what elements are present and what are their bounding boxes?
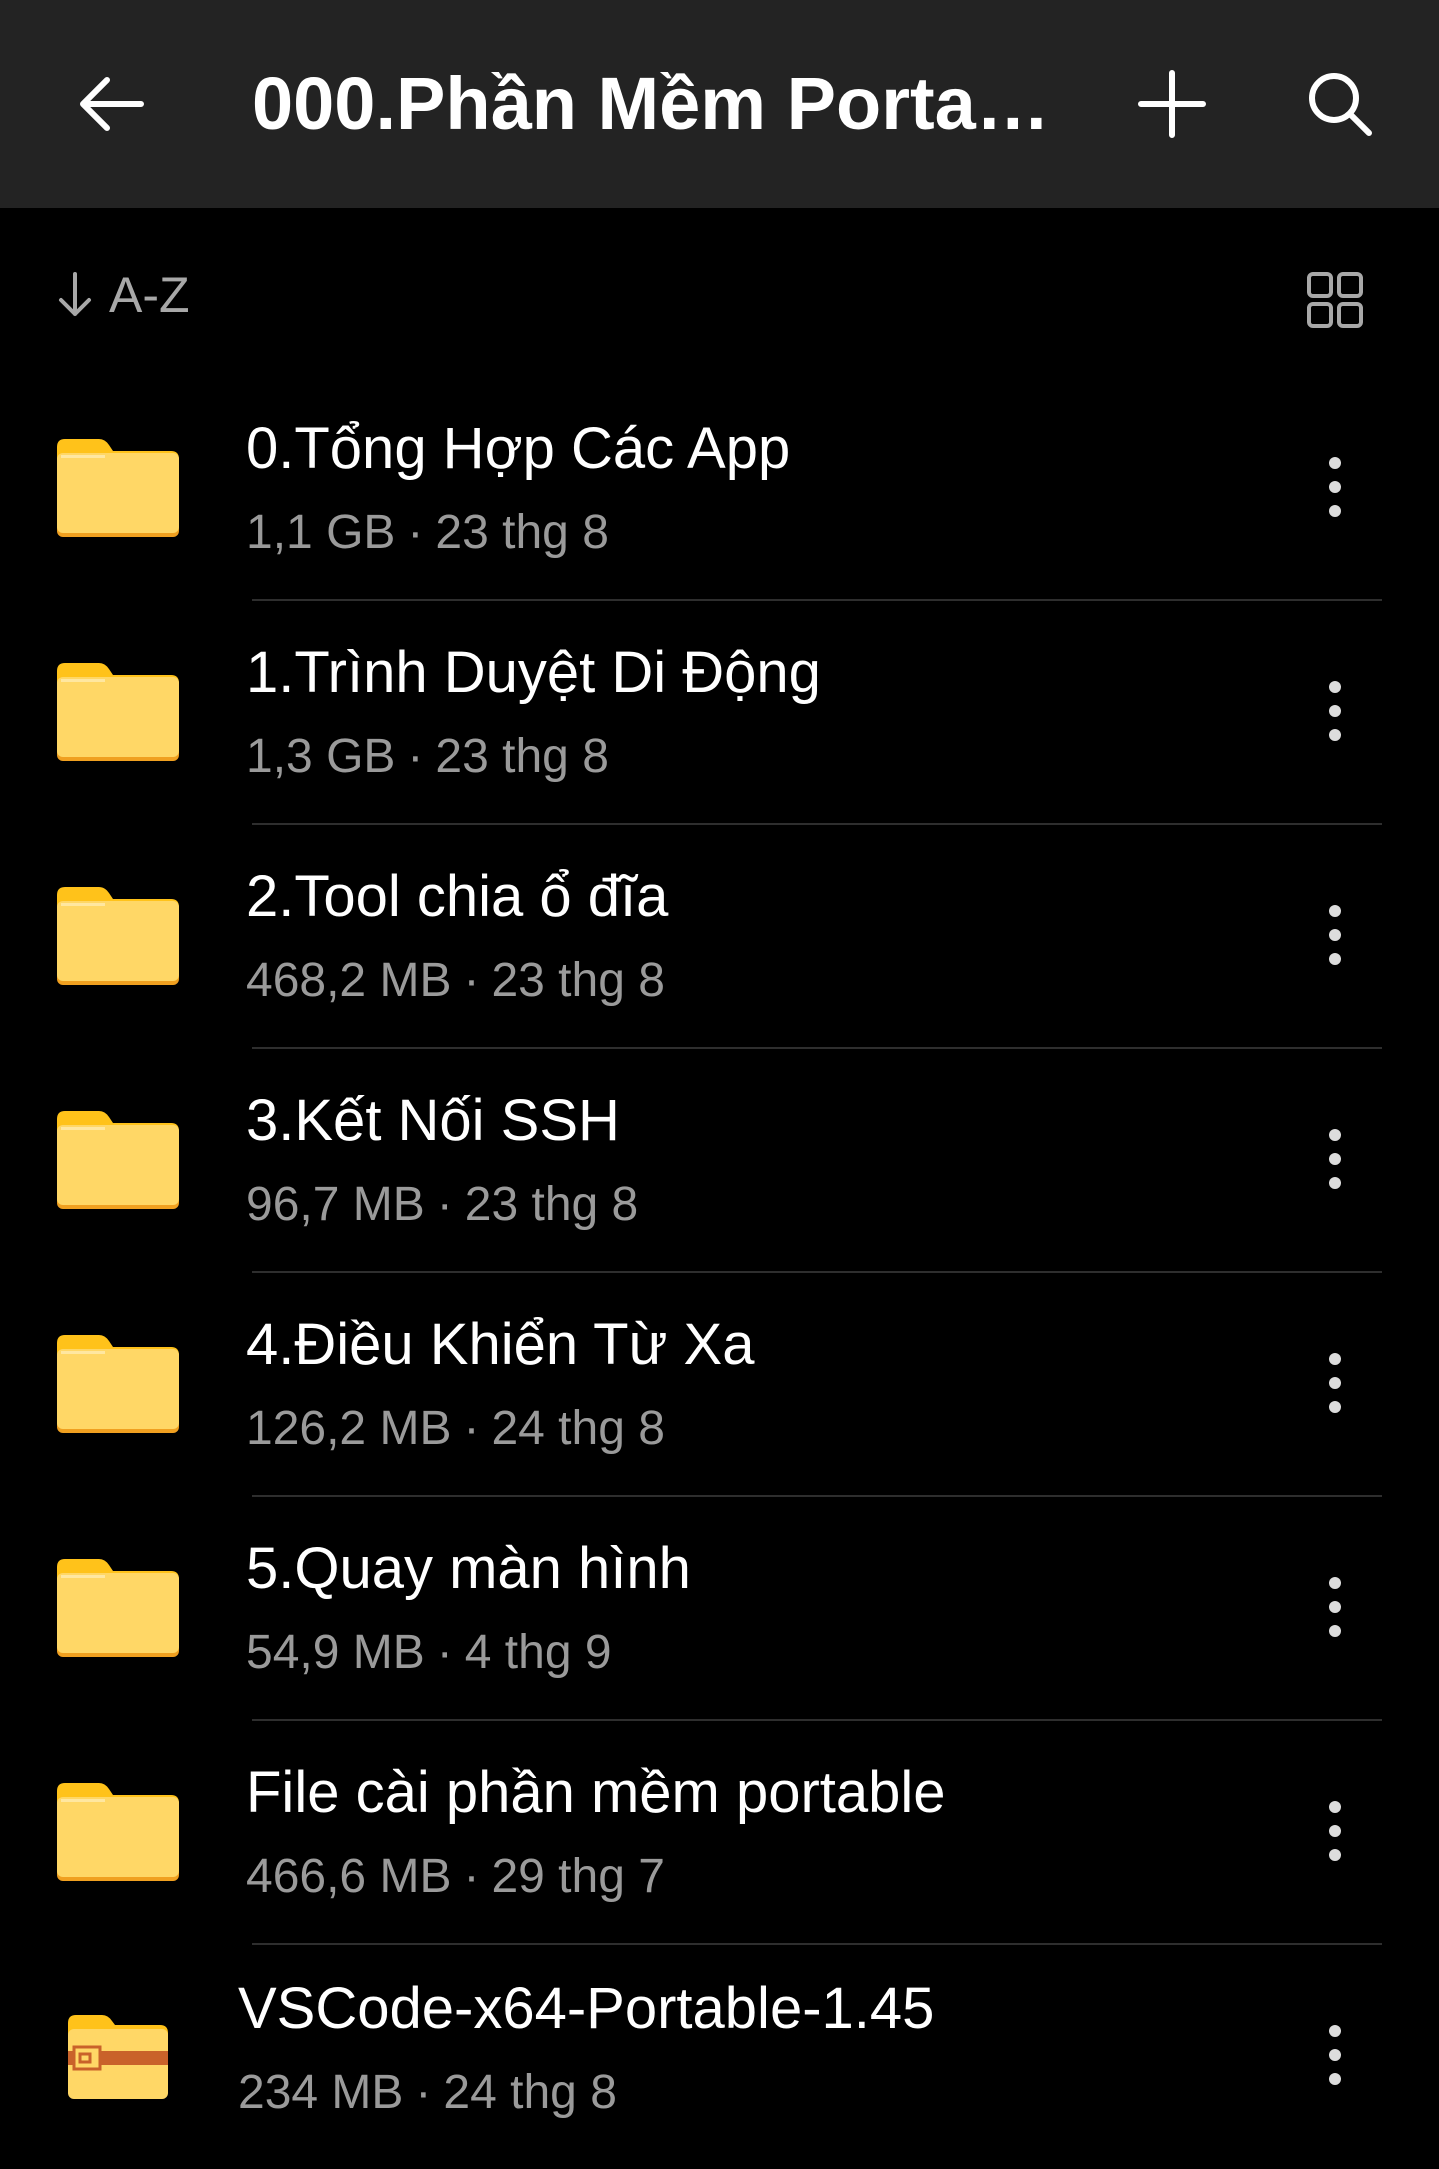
more-vert-icon bbox=[1329, 1353, 1341, 1413]
sort-button[interactable]: A-Z bbox=[55, 260, 190, 330]
search-button[interactable] bbox=[1290, 54, 1390, 154]
item-name: 5.Quay màn hình bbox=[246, 1536, 691, 1601]
item-name: 0.Tổng Hợp Các App bbox=[246, 416, 791, 481]
more-options-button[interactable] bbox=[1300, 661, 1370, 761]
item-size: 96,7 MB bbox=[246, 1178, 425, 1231]
file-list: 0.Tổng Hợp Các App 1,1 GB · 23 thg 8 1.Trìn… bbox=[0, 377, 1439, 2169]
item-meta-separator: · bbox=[415, 2066, 432, 2119]
item-size: 234 MB bbox=[238, 2066, 404, 2119]
more-vert-icon bbox=[1329, 905, 1341, 965]
item-name: 2.Tool chia ổ đĩa bbox=[246, 864, 669, 929]
item-date: 29 thg 7 bbox=[491, 1850, 665, 1903]
item-date: 4 thg 9 bbox=[464, 1626, 612, 1679]
item-size: 468,2 MB bbox=[246, 954, 452, 1007]
item-meta: 96,7 MB · 23 thg 8 bbox=[246, 1177, 638, 1232]
more-vert-icon bbox=[1329, 681, 1341, 741]
item-name: 3.Kết Nối SSH bbox=[246, 1088, 620, 1153]
item-date: 24 thg 8 bbox=[491, 1402, 665, 1455]
view-toggle-button[interactable] bbox=[1290, 255, 1380, 345]
list-item[interactable]: 2.Tool chia ổ đĩa 468,2 MB · 23 thg 8 bbox=[0, 825, 1439, 1049]
list-item[interactable]: 5.Quay màn hình 54,9 MB · 4 thg 9 bbox=[0, 1497, 1439, 1721]
item-meta: 468,2 MB · 23 thg 8 bbox=[246, 953, 665, 1008]
folder-icon bbox=[55, 1781, 181, 1881]
item-date: 23 thg 8 bbox=[491, 954, 665, 1007]
sort-bar: A-Z bbox=[0, 240, 1439, 350]
more-vert-icon bbox=[1329, 1129, 1341, 1189]
plus-icon bbox=[1138, 70, 1206, 138]
list-item[interactable]: 4.Điều Khiển Từ Xa 126,2 MB · 24 thg 8 bbox=[0, 1273, 1439, 1497]
item-date: 23 thg 8 bbox=[435, 730, 609, 783]
more-vert-icon bbox=[1329, 1577, 1341, 1637]
item-date: 23 thg 8 bbox=[435, 506, 609, 559]
more-options-button[interactable] bbox=[1300, 437, 1370, 537]
list-item[interactable]: 3.Kết Nối SSH 96,7 MB · 23 thg 8 bbox=[0, 1049, 1439, 1273]
page-title: 000.Phần Mềm Porta… bbox=[252, 62, 1050, 145]
more-options-button[interactable] bbox=[1300, 2005, 1370, 2105]
item-size: 126,2 MB bbox=[246, 1402, 452, 1455]
more-options-button[interactable] bbox=[1300, 1557, 1370, 1657]
arrow-down-icon bbox=[59, 272, 91, 316]
item-meta-separator: · bbox=[463, 1402, 480, 1455]
more-vert-icon bbox=[1329, 457, 1341, 517]
item-name: File cài phần mềm portable bbox=[246, 1760, 946, 1825]
more-options-button[interactable] bbox=[1300, 1333, 1370, 1433]
item-meta-separator: · bbox=[436, 1626, 453, 1679]
more-options-button[interactable] bbox=[1300, 1109, 1370, 1209]
folder-icon bbox=[55, 1333, 181, 1433]
item-meta: 1,3 GB · 23 thg 8 bbox=[246, 729, 609, 784]
add-button[interactable] bbox=[1122, 54, 1222, 154]
item-meta: 466,6 MB · 29 thg 7 bbox=[246, 1849, 665, 1904]
list-item[interactable]: VSCode-x64-Portable-1.45 234 MB · 24 thg 8 bbox=[0, 1945, 1439, 2169]
item-date: 23 thg 8 bbox=[464, 1178, 639, 1231]
item-meta-separator: · bbox=[407, 730, 424, 783]
item-size: 1,1 GB bbox=[246, 506, 396, 559]
more-vert-icon bbox=[1329, 2025, 1341, 2085]
item-meta-separator: · bbox=[407, 506, 424, 559]
item-name: 4.Điều Khiển Từ Xa bbox=[246, 1312, 755, 1377]
item-meta: 1,1 GB · 23 thg 8 bbox=[246, 505, 609, 560]
item-name: VSCode-x64-Portable-1.45 bbox=[238, 1976, 935, 2041]
grid-view-icon bbox=[1307, 272, 1363, 328]
folder-icon bbox=[55, 661, 181, 761]
list-item[interactable]: File cài phần mềm portable 466,6 MB · 29 th… bbox=[0, 1721, 1439, 1945]
item-name: 1.Trình Duyệt Di Động bbox=[246, 640, 821, 705]
folder-icon bbox=[55, 1557, 181, 1657]
folder-icon bbox=[55, 437, 181, 537]
folder-icon bbox=[55, 1109, 181, 1209]
more-options-button[interactable] bbox=[1300, 1781, 1370, 1881]
app-bar: 000.Phần Mềm Porta… bbox=[0, 0, 1439, 208]
list-item[interactable]: 0.Tổng Hợp Các App 1,1 GB · 23 thg 8 bbox=[0, 377, 1439, 601]
item-meta-separator: · bbox=[436, 1178, 453, 1231]
more-options-button[interactable] bbox=[1300, 885, 1370, 985]
item-meta-separator: · bbox=[463, 954, 480, 1007]
more-vert-icon bbox=[1329, 1801, 1341, 1861]
item-meta: 54,9 MB · 4 thg 9 bbox=[246, 1625, 612, 1680]
item-size: 466,6 MB bbox=[246, 1850, 452, 1903]
list-item[interactable]: 1.Trình Duyệt Di Động 1,3 GB · 23 thg 8 bbox=[0, 601, 1439, 825]
item-size: 54,9 MB bbox=[246, 1626, 425, 1679]
item-date: 24 thg 8 bbox=[443, 2066, 617, 2119]
archive-icon bbox=[66, 2013, 170, 2099]
search-icon bbox=[1309, 73, 1372, 136]
sort-label: A-Z bbox=[109, 267, 190, 323]
item-meta: 234 MB · 24 thg 8 bbox=[238, 2065, 617, 2120]
item-size: 1,3 GB bbox=[246, 730, 396, 783]
arrow-left-icon bbox=[80, 77, 144, 131]
item-meta: 126,2 MB · 24 thg 8 bbox=[246, 1401, 665, 1456]
item-meta-separator: · bbox=[463, 1850, 480, 1903]
folder-icon bbox=[55, 885, 181, 985]
back-button[interactable] bbox=[60, 54, 160, 154]
